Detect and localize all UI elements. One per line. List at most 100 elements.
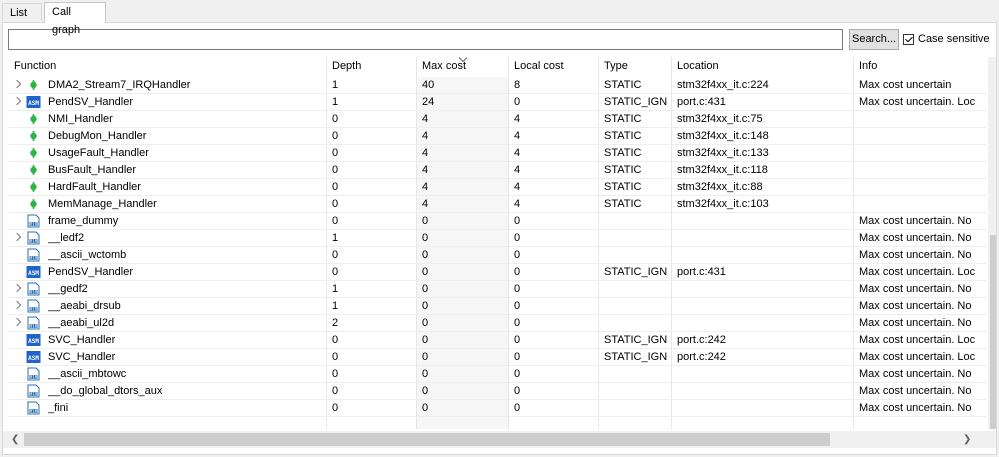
svg-text:010: 010 — [30, 391, 38, 396]
table-row[interactable]: DebugMon_Handler 0 4 4 STATIC stm32f4xx_it.c:… — [8, 128, 987, 145]
case-sensitive-checkbox[interactable] — [903, 33, 914, 45]
binary-file-icon: 010 — [27, 231, 40, 245]
table-row[interactable]: 010 __aeabi_ul2d 2 0 0 Max cost uncertain. No — [8, 315, 987, 332]
table-row[interactable]: ASM SVC_Handler 0 0 0 STATIC_IGN... port.c:242… — [8, 332, 987, 349]
cell-max: 0 — [422, 249, 429, 261]
table-row[interactable]: 010 __do_global_dtors_aux 0 0 0 Max cost unce… — [8, 383, 987, 400]
table-row[interactable]: UsageFault_Handler 0 4 4 STATIC stm32f4xx_it.… — [8, 145, 987, 162]
svg-text:010: 010 — [30, 238, 38, 243]
cell-depth: 0 — [332, 402, 339, 414]
column-divider[interactable] — [671, 57, 672, 77]
table-row[interactable]: 010 __aeabi_drsub 1 0 0 Max cost uncertain. N… — [8, 298, 987, 315]
cell-info: Max cost uncertain. No — [859, 385, 972, 397]
column-divider[interactable] — [598, 57, 599, 77]
cell-type: STATIC_IGN... — [604, 96, 668, 108]
search-button[interactable]: Search... — [849, 29, 899, 50]
chevron-right-icon[interactable] — [12, 317, 22, 327]
table-row[interactable]: MemManage_Handler 0 4 4 STATIC stm32f4xx_it.c… — [8, 196, 987, 213]
cell-loc: port.c:242 — [677, 351, 726, 363]
cell-type — [604, 366, 668, 383]
column-header-local-cost[interactable]: Local cost — [514, 57, 564, 77]
column-header-function[interactable]: Function — [14, 57, 56, 77]
table-row[interactable]: 010 __gedf2 1 0 0 Max cost uncertain. No — [8, 281, 987, 298]
binary-file-icon: 010 — [27, 367, 40, 381]
svg-text:ASM: ASM — [28, 100, 39, 107]
cell-fn: __ledf2 — [48, 232, 85, 244]
cell-depth: 0 — [332, 334, 339, 346]
scroll-right-icon[interactable]: ❯ — [963, 434, 971, 445]
function-icon — [30, 114, 37, 124]
cell-type: STATIC — [604, 147, 642, 159]
column-header-depth[interactable]: Depth — [332, 57, 361, 77]
cell-info: Max cost uncertain. No — [859, 232, 972, 244]
cell-local: 0 — [514, 266, 521, 278]
column-header-type[interactable]: Type — [604, 57, 628, 77]
cell-max: 0 — [422, 402, 429, 414]
case-sensitive-toggle[interactable]: Case sensitive — [903, 31, 990, 47]
table-row[interactable]: 010 __ascii_mbtowc 0 0 0 Max cost uncertain. … — [8, 366, 987, 383]
cell-fn: HardFault_Handler — [48, 181, 141, 193]
cell-type: STATIC_IGN... — [604, 334, 668, 346]
vertical-scroll-thumb[interactable] — [990, 235, 996, 429]
table-row[interactable]: ASM PendSV_Handler 0 0 0 STATIC_IGN... port.c:… — [8, 264, 987, 281]
table-row[interactable]: BusFault_Handler 0 4 4 STATIC stm32f4xx_it.c:… — [8, 162, 987, 179]
cell-type — [604, 383, 668, 400]
cell-type: STATIC — [604, 181, 642, 193]
cell-fn: UsageFault_Handler — [48, 147, 149, 159]
cell-local: 0 — [514, 215, 521, 227]
tab-list[interactable]: List — [2, 3, 42, 21]
cell-max: 4 — [422, 113, 429, 125]
chevron-right-icon[interactable] — [12, 300, 22, 310]
cell-depth: 0 — [332, 215, 339, 227]
binary-file-icon: 010 — [27, 384, 40, 398]
table-row[interactable]: 010 frame_dummy 0 0 0 Max cost uncertain. No — [8, 213, 987, 230]
cell-fn: SVC_Handler — [48, 351, 116, 363]
column-header-max-cost[interactable]: Max cost — [422, 57, 466, 77]
table-row[interactable]: NMI_Handler 0 4 4 STATIC stm32f4xx_it.c:75 — [8, 111, 987, 128]
cell-depth: 0 — [332, 164, 339, 176]
chevron-right-icon[interactable] — [12, 283, 22, 293]
column-header-info[interactable]: Info — [859, 57, 877, 77]
cell-local: 4 — [514, 181, 521, 193]
asm-icon: ASM — [26, 96, 41, 108]
vertical-scrollbar[interactable] — [988, 57, 996, 429]
cell-max: 4 — [422, 164, 429, 176]
cell-type: STATIC — [604, 79, 642, 91]
table-row[interactable]: DMA2_Stream7_IRQHandler 1 40 8 STATIC stm32f4… — [8, 77, 987, 94]
cell-local: 0 — [514, 283, 521, 295]
search-input[interactable] — [8, 29, 843, 50]
horizontal-scrollbar[interactable]: ❮ ❯ — [3, 431, 996, 448]
table-row[interactable]: ASM SVC_Handler 0 0 0 STATIC_IGN... port.c:242… — [8, 349, 987, 366]
column-divider[interactable] — [853, 57, 854, 77]
table-row[interactable]: HardFault_Handler 0 4 4 STATIC stm32f4xx_it.c… — [8, 179, 987, 196]
cell-info: Max cost uncertain. Loc — [859, 351, 976, 363]
horizontal-scroll-thumb[interactable] — [24, 433, 830, 446]
cell-depth: 2 — [332, 317, 339, 329]
table-row[interactable]: 010 __ledf2 1 0 0 Max cost uncertain. No — [8, 230, 987, 247]
cell-depth: 0 — [332, 266, 339, 278]
column-header-location[interactable]: Location — [677, 57, 719, 77]
table-row[interactable]: 010 _fini 0 0 0 Max cost uncertain. No — [8, 400, 987, 417]
column-divider[interactable] — [326, 57, 327, 77]
column-divider[interactable] — [508, 57, 509, 77]
cell-loc — [677, 281, 849, 298]
cell-depth: 1 — [332, 232, 339, 244]
cell-max: 4 — [422, 198, 429, 210]
chevron-right-icon[interactable] — [12, 79, 22, 89]
chevron-right-icon[interactable] — [12, 96, 22, 106]
cell-depth: 1 — [332, 79, 339, 91]
column-divider[interactable] — [416, 57, 417, 77]
cell-max: 0 — [422, 232, 429, 244]
cell-max: 0 — [422, 334, 429, 346]
table-row[interactable]: ASM PendSV_Handler 1 24 0 STATIC_IGN... port.c… — [8, 94, 987, 111]
cell-local: 0 — [514, 317, 521, 329]
chevron-right-icon[interactable] — [12, 232, 22, 242]
cell-local: 0 — [514, 300, 521, 312]
tab-call-graph[interactable]: Call graph — [44, 2, 106, 36]
cell-loc: stm32f4xx_it.c:118 — [677, 164, 768, 176]
cell-loc: stm32f4xx_it.c:148 — [677, 130, 769, 142]
scroll-left-icon[interactable]: ❮ — [11, 434, 19, 445]
table-row[interactable]: 010 __ascii_wctomb 0 0 0 Max cost uncertain. … — [8, 247, 987, 264]
cell-info: Max cost uncertain. No — [859, 283, 972, 295]
cell-loc: stm32f4xx_it.c:133 — [677, 147, 769, 159]
